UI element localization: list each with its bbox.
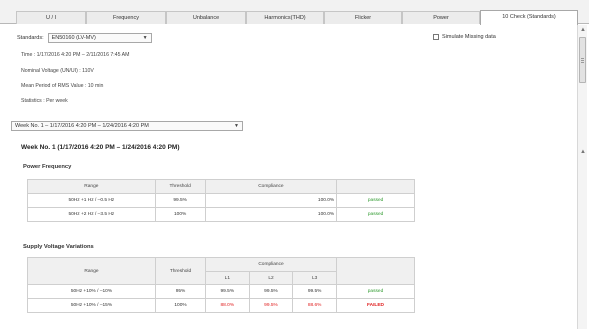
tab-bar: U / I Frequency Unbalance Harmonics(THD)… (0, 0, 589, 25)
simulate-missing-data[interactable]: Simulate Missing data (433, 34, 496, 40)
scroll-mid-icon: ▲ (580, 149, 586, 155)
threshold-cell: 100% (154, 207, 206, 222)
vertical-scrollbar[interactable]: ▲ ▲ (577, 25, 587, 329)
range-cell: 50Hz +1 Hz / –0.5 Hz (27, 193, 156, 208)
status-badge: passed (336, 207, 415, 222)
check-standards-panel: Standards: EN50160 (LV-MV) ▼ Simulate Mi… (11, 25, 579, 329)
compliance-cell: 100.0% (204, 207, 338, 222)
status-badge: FAILED (336, 298, 415, 313)
scroll-up-icon[interactable]: ▲ (578, 25, 588, 35)
tab-frequency[interactable]: Frequency (86, 11, 166, 24)
status-badge: passed (336, 284, 415, 299)
tab-power[interactable]: Power (402, 11, 480, 24)
statistics: Statistics : Per week (21, 98, 68, 104)
col-header: Threshold (155, 257, 206, 285)
tab-unbalance[interactable]: Unbalance (166, 11, 246, 24)
compliance-l2-cell: 99.5% (248, 284, 294, 299)
section-title: Supply Voltage Variations (23, 244, 94, 250)
tab-harmonics[interactable]: Harmonics(THD) (246, 11, 324, 24)
col-header: Range (27, 257, 156, 285)
power-frequency-table: Range Threshold Compliance 50Hz +1 Hz / … (27, 179, 415, 222)
status-badge: passed (336, 193, 415, 208)
compliance-l3-cell: 88.6% (292, 298, 337, 313)
compliance-l1-cell: 99.5% (205, 284, 250, 299)
grip-icon (581, 58, 584, 59)
week-dropdown[interactable]: Week No. 1 – 1/17/2016 4:20 PM – 1/24/20… (11, 121, 243, 131)
range-cell: 50Hz +2 Hz / –3.5 Hz (27, 207, 156, 222)
supply-voltage-table: Range Threshold Compliance L1 L2 L3 50Hz… (27, 257, 415, 313)
section-title: Power Frequency (23, 164, 72, 170)
col-header: Threshold (154, 179, 206, 194)
tab-10-check-standards[interactable]: 10 Check (Standards) (480, 10, 578, 25)
col-header (336, 257, 415, 285)
tab-flicker[interactable]: Flicker (324, 11, 402, 24)
table-row: 50Hz +10% / –10% 95% 99.5% 99.5% 99.5% p… (27, 284, 415, 299)
threshold-cell: 99.5% (154, 193, 206, 208)
table-row: 50Hz +10% / –15% 100% 88.0% 99.5% 88.6% … (27, 298, 415, 313)
time-range: Time : 1/17/2016 4:20 PM – 2/11/2016 7:4… (21, 52, 130, 58)
threshold-cell: 95% (155, 284, 206, 299)
week-title: Week No. 1 (1/17/2016 4:20 PM – 1/24/201… (21, 144, 180, 151)
chevron-down-icon: ▼ (234, 123, 239, 129)
col-header (336, 179, 415, 194)
table-row: 50Hz +2 Hz / –3.5 Hz 100% 100.0% passed (27, 207, 415, 222)
compliance-cell: 100.0% (204, 193, 338, 208)
threshold-cell: 100% (155, 298, 206, 313)
chevron-down-icon: ▼ (142, 35, 148, 41)
scrollbar-thumb[interactable] (579, 37, 586, 83)
mean-period: Mean Period of RMS Value : 10 min (21, 83, 104, 89)
compliance-l3-cell: 99.5% (292, 284, 337, 299)
col-header: Compliance (205, 257, 337, 272)
nominal-voltage: Nominal Voltage (UN/UI) : 110V (21, 68, 94, 74)
col-subheader: L1 (205, 271, 250, 285)
col-subheader: L3 (292, 271, 337, 285)
table-row: 50Hz +1 Hz / –0.5 Hz 99.5% 100.0% passed (27, 193, 415, 208)
col-header: Range (27, 179, 156, 194)
tab-u-i[interactable]: U / I (16, 11, 86, 24)
simulate-missing-label: Simulate Missing data (442, 34, 496, 40)
compliance-l1-cell: 88.0% (205, 298, 250, 313)
simulate-missing-checkbox[interactable] (433, 34, 439, 40)
col-subheader: L2 (248, 271, 294, 285)
week-value: Week No. 1 – 1/17/2016 4:20 PM – 1/24/20… (15, 123, 149, 129)
range-cell: 50Hz +10% / –15% (27, 298, 156, 313)
standards-row: Standards: EN50160 (LV-MV) ▼ (17, 33, 152, 43)
col-header: Compliance (204, 179, 338, 194)
range-cell: 50Hz +10% / –10% (27, 284, 156, 299)
standards-dropdown[interactable]: EN50160 (LV-MV) ▼ (47, 33, 152, 43)
grip-icon (581, 60, 584, 61)
standards-value: EN50160 (LV-MV) (51, 35, 96, 41)
grip-icon (581, 62, 584, 63)
standards-label: Standards: (17, 35, 44, 41)
compliance-l2-cell: 99.5% (248, 298, 294, 313)
